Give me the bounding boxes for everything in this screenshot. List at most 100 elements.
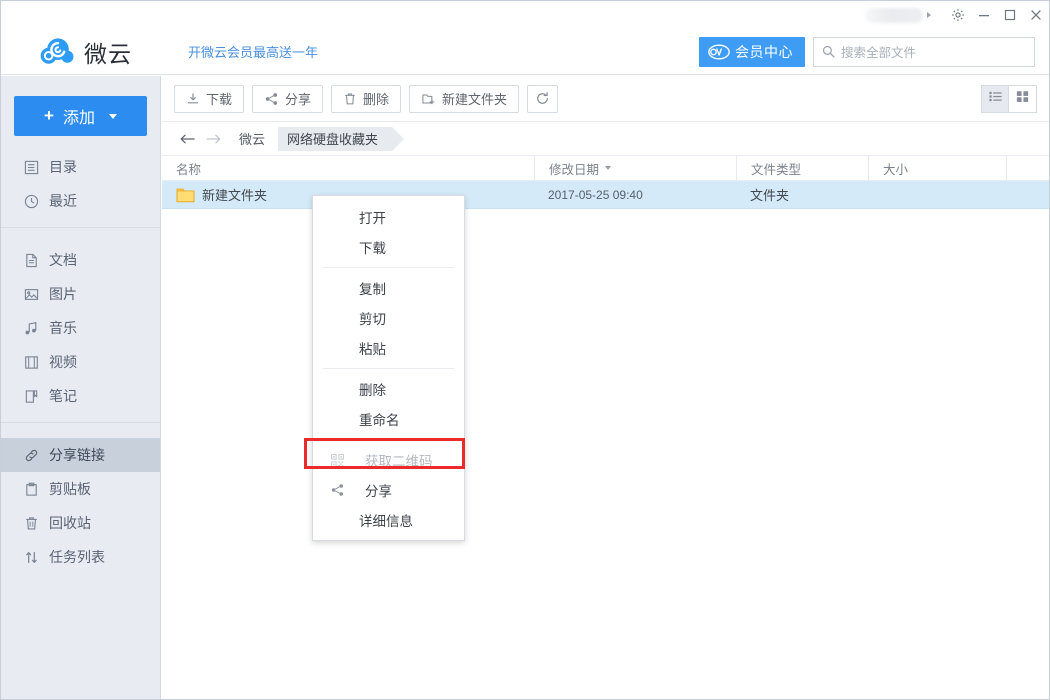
sidebar-group-types: 文档 图片 音乐 视频 笔记 [1,243,160,413]
app-logo[interactable]: 微云 [39,35,132,69]
column-header-name[interactable]: 名称 [162,156,534,180]
menu-divider [323,368,454,369]
add-button[interactable]: + 添加 [14,96,147,136]
sidebar-item-recent[interactable]: 最近 [1,184,160,218]
menu-divider [323,267,454,268]
file-name: 新建文件夹 [202,188,268,203]
app-title: 微云 [84,41,132,68]
sort-descending-icon [605,166,612,170]
context-menu-item-copy[interactable]: 复制 [313,273,464,303]
download-icon [186,92,200,106]
promo-link[interactable]: 开微云会员最高送一年 [188,42,318,61]
sidebar-item-label: 视频 [49,354,77,370]
minimize-icon[interactable] [971,2,997,28]
menu-item-label: 复制 [359,282,386,297]
context-menu-item-details[interactable]: 详细信息 [313,505,464,535]
context-menu-item-cut[interactable]: 剪切 [313,303,464,333]
delete-button[interactable]: 删除 [331,84,402,113]
column-header-type[interactable]: 文件类型 [736,156,868,180]
column-header-size[interactable]: 大小 [868,156,1006,180]
context-menu-item-get-qrcode: 获取二维码 [313,445,464,475]
context-menu-item-open[interactable]: 打开 [313,202,464,232]
new-folder-icon [421,92,436,106]
table-row[interactable]: 新建文件夹 2017-05-25 09:40 文件夹 [162,181,1049,209]
sidebar-item-label: 回收站 [49,515,91,531]
sidebar-item-music[interactable]: 音乐 [1,311,160,345]
chevron-down-icon[interactable] [927,12,931,18]
column-header-modified[interactable]: 修改日期 [534,156,736,180]
sidebar-divider [1,422,160,423]
trash-icon [22,514,40,532]
user-account-redacted[interactable] [865,7,923,23]
video-icon [22,353,40,371]
music-icon [22,319,40,337]
sidebar-item-clipboard[interactable]: 剪贴板 [1,472,160,506]
sidebar-item-recycle-bin[interactable]: 回收站 [1,506,160,540]
link-icon [22,446,40,464]
gear-icon[interactable] [945,2,971,28]
menu-item-label: 打开 [359,211,386,226]
forward-button[interactable] [200,126,226,152]
back-button[interactable] [174,126,200,152]
close-icon[interactable] [1023,2,1049,28]
context-menu-item-rename[interactable]: 重命名 [313,404,464,434]
search-input[interactable]: 搜索全部文件 [813,36,1035,67]
file-table-header: 名称 修改日期 文件类型 大小 [162,155,1049,181]
sidebar-divider [1,227,160,228]
transfer-icon [22,548,40,566]
share-button-label: 分享 [285,92,312,107]
list-view-icon [988,89,1003,109]
menu-item-label: 获取二维码 [365,454,433,469]
download-button[interactable]: 下载 [174,84,245,113]
document-icon [22,251,40,269]
clock-icon [22,192,40,210]
sidebar-item-directory[interactable]: 目录 [1,150,160,184]
sidebar-item-label: 剪贴板 [49,481,91,497]
vip-center-button[interactable]: 会员中心 [699,36,805,67]
chevron-down-icon [108,113,117,119]
note-icon [22,387,40,405]
new-folder-button-label: 新建文件夹 [442,92,508,107]
sidebar-item-images[interactable]: 图片 [1,277,160,311]
share-icon [327,483,347,497]
download-button-label: 下载 [206,92,233,107]
refresh-button[interactable] [527,84,559,113]
sidebar: + 添加 目录 最近 文档 图片 音乐 视频 笔记 分享链接 剪贴板 回收站 任… [1,76,161,699]
sidebar-item-label: 分享链接 [49,447,105,463]
main-content: 下载 分享 删除 新建文件夹 微云 网络硬盘收藏夹 名称 修改日期 文件类型 大… [162,76,1049,699]
context-menu-item-delete[interactable]: 删除 [313,374,464,404]
breadcrumb: 微云 网络硬盘收藏夹 [162,122,1049,155]
column-label: 大小 [883,162,909,177]
folder-icon [176,187,195,203]
context-menu-item-paste[interactable]: 粘贴 [313,333,464,363]
sidebar-item-notes[interactable]: 笔记 [1,379,160,413]
menu-item-label: 粘贴 [359,342,386,357]
cell-modified: 2017-05-25 09:40 [548,187,643,202]
weiyun-app-window: 微云 开微云会员最高送一年 会员中心 搜索全部文件 + 添加 目录 最近 文档 … [0,0,1050,700]
vip-center-label: 会员中心 [735,43,793,60]
list-icon [22,158,40,176]
arrow-right-icon [205,134,220,143]
sidebar-item-share-links[interactable]: 分享链接 [1,438,160,472]
view-toggle-group [981,84,1037,113]
breadcrumb-current[interactable]: 网络硬盘收藏夹 [266,126,405,151]
menu-divider [323,439,454,440]
context-menu-item-share[interactable]: 分享 [313,475,464,505]
header-right-group: 会员中心 搜索全部文件 [699,36,1035,67]
clipboard-icon [22,480,40,498]
context-menu-item-download[interactable]: 下载 [313,232,464,262]
sidebar-item-video[interactable]: 视频 [1,345,160,379]
maximize-icon[interactable] [997,2,1023,28]
sidebar-item-task-list[interactable]: 任务列表 [1,540,160,574]
share-button[interactable]: 分享 [252,84,324,113]
new-folder-button[interactable]: 新建文件夹 [409,84,520,113]
arrow-left-icon [180,134,195,143]
sidebar-item-documents[interactable]: 文档 [1,243,160,277]
menu-item-label: 重命名 [359,413,400,428]
search-icon [822,45,835,58]
grid-view-button[interactable] [1009,84,1037,113]
sidebar-item-label: 图片 [49,286,77,302]
add-button-label: 添加 [62,110,95,127]
action-toolbar: 下载 分享 删除 新建文件夹 [162,76,1049,122]
list-view-button[interactable] [981,84,1009,113]
